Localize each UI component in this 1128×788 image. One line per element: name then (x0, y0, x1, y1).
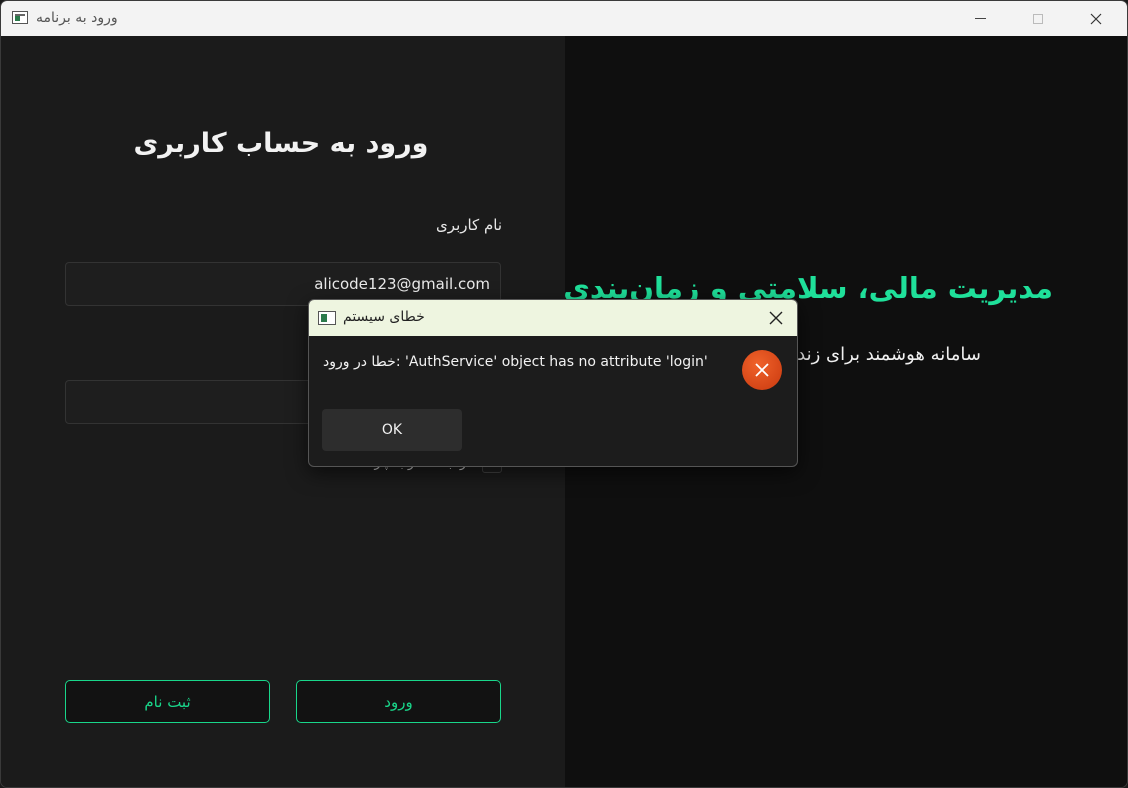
window-title: ورود به برنامه (36, 10, 118, 26)
app-icon (12, 11, 28, 24)
error-icon (742, 350, 782, 390)
dialog-title-bar: خطای سیستم (309, 300, 797, 336)
dialog-close-icon[interactable] (769, 311, 783, 325)
error-dialog: خطای سیستم خطا در ورود: 'AuthService' ob… (308, 299, 798, 467)
app-window: ورود به برنامه ورود به حساب کاربری نام ک… (0, 0, 1128, 788)
dialog-app-icon (318, 311, 336, 325)
title-bar: ورود به برنامه (1, 1, 1127, 36)
dialog-title: خطای سیستم (343, 309, 425, 325)
close-button[interactable] (1068, 1, 1124, 36)
login-heading: ورود به حساب کاربری (133, 128, 429, 159)
dialog-message: خطا در ورود: 'AuthService' object has no… (323, 354, 708, 370)
register-button[interactable]: ثبت نام (65, 680, 270, 723)
login-button[interactable]: ورود (296, 680, 501, 723)
close-icon (1090, 13, 1102, 24)
username-label: نام کاربری (436, 216, 502, 234)
maximize-icon (1033, 13, 1043, 24)
maximize-button[interactable] (1010, 1, 1066, 36)
hero-subtitle: سامانه هوشمند برای زندگی (773, 344, 981, 365)
minimize-button[interactable] (952, 1, 1008, 36)
minimize-icon (974, 18, 986, 19)
ok-button[interactable]: OK (322, 409, 462, 451)
